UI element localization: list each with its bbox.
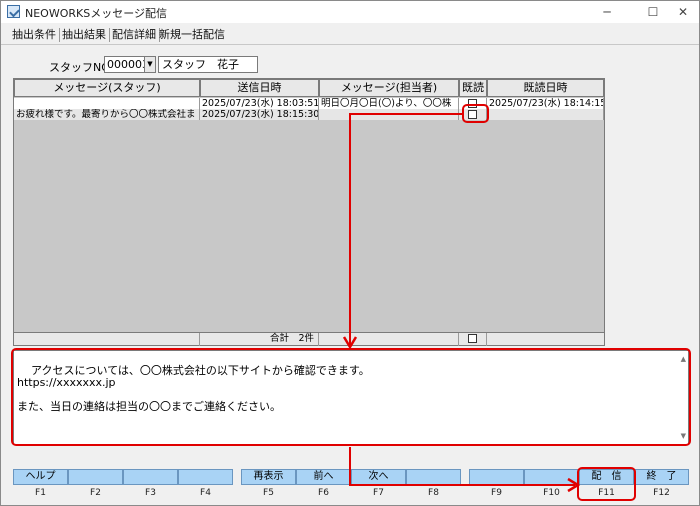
cell-manager-message: 明日〇月〇日(〇)より、〇〇株 [319,98,459,109]
table-row[interactable]: お疲れ様です。最寄りから〇〇株式会社ま 2025/07/23(水) 18:15:… [14,109,604,120]
cell-read [459,98,487,109]
scroll-up-icon[interactable]: ▲ [681,353,686,365]
read-checkbox[interactable] [468,99,477,108]
cell-sent-at: 2025/07/23(水) 18:15:30 [200,109,319,120]
exit-button[interactable]: 終 了 [634,469,689,485]
fkey-label-f3: F3 [145,488,156,498]
fkey-label-f5: F5 [263,488,274,498]
cell-staff-message [14,98,200,109]
fkey-label-f9: F9 [491,488,502,498]
column-header-read-at: 既読日時 [487,79,604,97]
footer-read [459,333,487,346]
read-all-checkbox[interactable] [468,334,477,343]
cell-read-at [487,109,604,120]
arrow-segment [349,113,351,345]
column-header-read: 既読 [459,79,487,97]
grid-footer: 合計 2件 [14,332,604,346]
fkey-label-f11: F11 [598,488,615,498]
fkey-label-f7: F7 [373,488,384,498]
title-bar: NEOWORKSメッセージ配信 ─ ☐ ✕ [1,1,699,23]
footer-blank [487,333,604,346]
fkey-label-f12: F12 [653,488,670,498]
message-grid: メッセージ(スタッフ) 送信日時 メッセージ(担当者) 既読 既読日時 2025… [13,78,605,346]
fkey-label-f6: F6 [318,488,329,498]
message-body-textarea[interactable]: アクセスについては、〇〇株式会社の以下サイトから確認できます。 https://… [13,350,689,445]
f3-button[interactable] [123,469,178,485]
cell-read-at: 2025/07/23(水) 18:14:15 [487,98,604,109]
total-count: 合計 2件 [200,333,319,346]
staff-no-value: 000003 [107,58,149,71]
fkey-label-f1: F1 [35,488,46,498]
table-row[interactable]: 2025/07/23(水) 18:03:51 明日〇月〇日(〇)より、〇〇株 2… [14,98,604,109]
f8-button[interactable] [406,469,461,485]
refresh-button[interactable]: 再表示 [241,469,296,485]
tab-bulk-delivery[interactable]: 新規一括配信 [156,28,228,42]
fkey-label-f8: F8 [428,488,439,498]
send-button[interactable]: 配 信 [579,469,634,485]
arrow-down-icon [342,336,358,349]
column-header-sent-at: 送信日時 [200,79,319,97]
app-icon [7,5,20,18]
tab-extract-results[interactable]: 抽出結果 [59,28,110,42]
tab-delivery-detail[interactable]: 配信詳細 [109,28,160,42]
fkey-label-f2: F2 [90,488,101,498]
fkey-label-f4: F4 [200,488,211,498]
column-header-manager-message: メッセージ(担当者) [319,79,459,97]
f4-button[interactable] [178,469,233,485]
tab-bar: 抽出条件 抽出結果 配信詳細 新規一括配信 [1,25,699,45]
minimize-button[interactable]: ─ [589,1,625,23]
help-button[interactable]: ヘルプ [13,469,68,485]
staff-no-label: スタッフNO [49,61,110,74]
f9-button[interactable] [469,469,524,485]
next-button[interactable]: 次へ [351,469,406,485]
chevron-down-icon[interactable]: ▼ [144,57,155,72]
arrow-segment [349,447,351,485]
staff-no-select[interactable]: 000003 ▼ [104,56,156,73]
cell-sent-at: 2025/07/23(水) 18:03:51 [200,98,319,109]
f2-button[interactable] [68,469,123,485]
cell-read [459,109,487,120]
footer-blank [14,333,200,346]
read-checkbox[interactable] [468,110,477,119]
close-button[interactable]: ✕ [665,1,699,23]
scroll-down-icon[interactable]: ▼ [681,430,686,442]
arrow-segment [349,484,575,486]
footer-blank [319,333,459,346]
arrow-segment [350,113,463,115]
cell-staff-message: お疲れ様です。最寄りから〇〇株式会社ま [14,109,200,120]
staff-name-field[interactable]: スタッフ 花子 [158,56,258,73]
window-title: NEOWORKSメッセージ配信 [25,7,167,20]
column-header-staff-message: メッセージ(スタッフ) [14,79,200,97]
message-body-text: アクセスについては、〇〇株式会社の以下サイトから確認できます。 https://… [17,364,370,413]
tab-extract-conditions[interactable]: 抽出条件 [9,28,60,42]
previous-button[interactable]: 前へ [296,469,351,485]
arrow-right-icon [567,477,580,493]
app-window: NEOWORKSメッセージ配信 ─ ☐ ✕ 抽出条件 抽出結果 配信詳細 新規一… [0,0,700,506]
